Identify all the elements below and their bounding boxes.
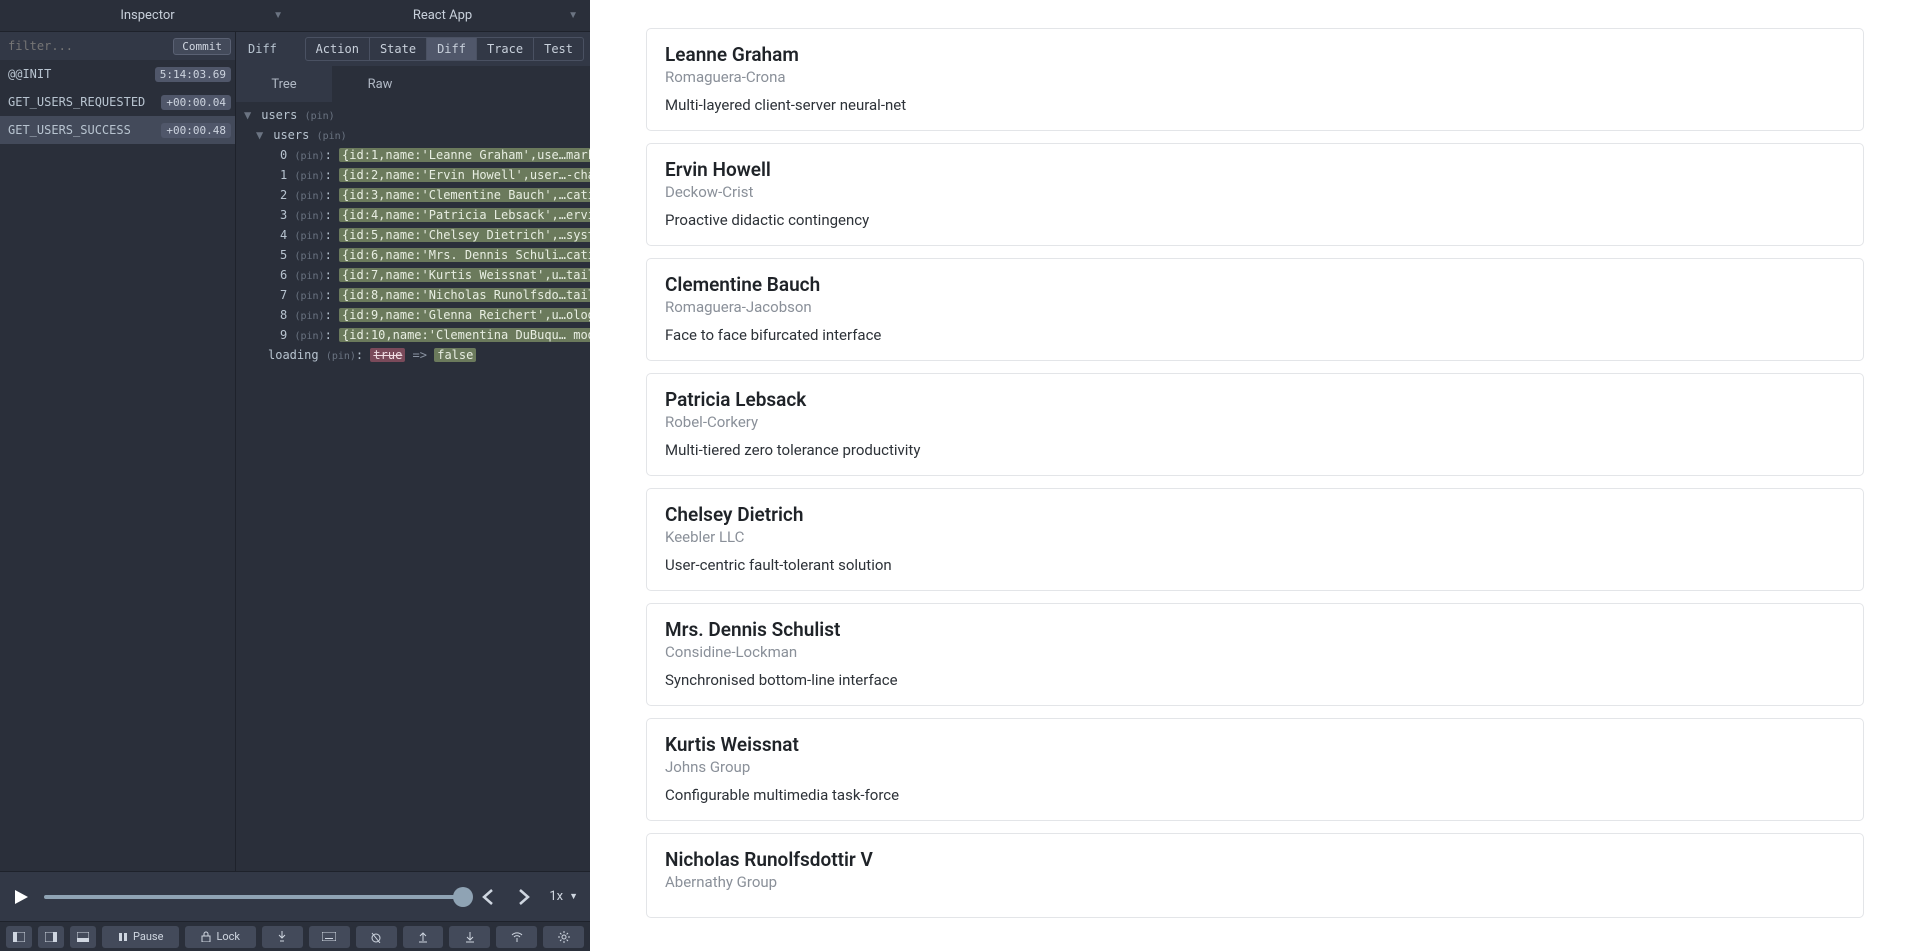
action-row[interactable]: GET_USERS_SUCCESS +00:00.48 [0,116,235,144]
dock-bottom-icon[interactable] [70,926,96,948]
user-name: Nicholas Runolfsdottir V [665,848,1845,871]
user-name: Leanne Graham [665,43,1845,66]
user-desc: Configurable multimedia task-force [665,786,1845,804]
download-icon[interactable] [449,926,490,948]
pin-icon[interactable] [262,926,303,948]
user-name: Kurtis Weissnat [665,733,1845,756]
view-tab-tree[interactable]: Tree [236,66,332,102]
diff-tree[interactable]: ▼ users (pin)▼ users (pin)0 (pin): {id:1… [236,102,590,871]
action-filter-input[interactable] [4,39,169,53]
dock-right-icon[interactable] [38,926,64,948]
user-name: Mrs. Dennis Schulist [665,618,1845,641]
action-list-pane: Commit @@INIT 5:14:03.69 GET_USERS_REQUEST… [0,32,236,871]
mode-buttons: ActionStateDiffTraceTest [305,37,584,61]
user-company: Abernathy Group [665,873,1845,891]
tab-inspector-label: Inspector [120,8,174,23]
user-desc: Multi-tiered zero tolerance productivity [665,441,1845,459]
user-company: Robel-Corkery [665,413,1845,431]
action-name: GET_USERS_SUCCESS [8,123,131,137]
devtools-top-tabs: Inspector ▼ React App ▼ [0,0,590,32]
playback-slider[interactable] [44,895,463,899]
tab-react-app[interactable]: React App ▼ [295,0,590,31]
user-card: Patricia Lebsack Robel-Corkery Multi-tiere… [646,373,1864,476]
action-time: 5:14:03.69 [155,67,231,82]
mode-test[interactable]: Test [534,38,583,60]
lock-label: Lock [216,930,240,943]
upload-icon[interactable] [403,926,444,948]
user-card: Mrs. Dennis Schulist Considine-Lockman Syn… [646,603,1864,706]
user-company: Johns Group [665,758,1845,776]
user-company: Romaguera-Jacobson [665,298,1845,316]
prev-action-icon[interactable] [477,888,499,906]
mode-label: Diff [242,42,277,56]
user-company: Deckow-Crist [665,183,1845,201]
settings-icon[interactable] [543,926,584,948]
inspector-pane: Diff ActionStateDiffTraceTest TreeRaw ▼ … [236,32,590,871]
keyboard-icon[interactable] [309,926,350,948]
user-desc: Multi-layered client-server neural-net [665,96,1845,114]
action-time: +00:00.04 [161,95,231,110]
tab-inspector[interactable]: Inspector ▼ [0,0,295,31]
chevron-down-icon[interactable]: ▼ [273,10,283,21]
action-row[interactable]: @@INIT 5:14:03.69 [0,60,235,88]
user-desc: Face to face bifurcated interface [665,326,1845,344]
play-icon[interactable] [12,888,30,906]
user-card: Clementine Bauch Romaguera-Jacobson Face t… [646,258,1864,361]
user-desc: User-centric fault-tolerant solution [665,556,1845,574]
playback-speed[interactable]: 1x ▼ [549,889,578,904]
bottom-toolbar: Pause Lock [0,921,590,951]
speed-label: 1x [549,889,563,904]
playback-bar: 1x ▼ [0,871,590,921]
mode-trace[interactable]: Trace [477,38,534,60]
user-company: Considine-Lockman [665,643,1845,661]
user-card: Ervin Howell Deckow-Crist Proactive didact… [646,143,1864,246]
user-card: Leanne Graham Romaguera-Crona Multi-layere… [646,28,1864,131]
mode-diff[interactable]: Diff [427,38,477,60]
action-time: +00:00.48 [161,123,231,138]
remote-icon[interactable] [496,926,537,948]
pause-label: Pause [133,930,163,943]
mode-action[interactable]: Action [306,38,370,60]
mode-state[interactable]: State [370,38,427,60]
action-name: GET_USERS_REQUESTED [8,95,145,109]
dock-left-icon[interactable] [6,926,32,948]
react-app-content: Leanne Graham Romaguera-Crona Multi-layere… [590,0,1920,951]
user-company: Romaguera-Crona [665,68,1845,86]
user-name: Patricia Lebsack [665,388,1845,411]
slider-thumb[interactable] [453,887,473,907]
disable-timer-icon[interactable] [356,926,397,948]
pause-button[interactable]: Pause [102,926,179,948]
tab-react-label: React App [413,8,472,23]
user-name: Clementine Bauch [665,273,1845,296]
next-action-icon[interactable] [513,888,535,906]
chevron-down-icon: ▼ [569,891,578,902]
commit-button[interactable]: Commit [173,38,231,55]
lock-button[interactable]: Lock [185,926,256,948]
user-card: Kurtis Weissnat Johns Group Configurable m… [646,718,1864,821]
redux-devtools-panel: Inspector ▼ React App ▼ Commit @@INIT 5:1… [0,0,590,951]
user-desc: Proactive didactic contingency [665,211,1845,229]
user-card: Nicholas Runolfsdottir V Abernathy Group [646,833,1864,918]
action-name: @@INIT [8,67,51,81]
user-desc: Synchronised bottom-line interface [665,671,1845,689]
chevron-down-icon[interactable]: ▼ [568,10,578,21]
user-name: Chelsey Dietrich [665,503,1845,526]
action-row[interactable]: GET_USERS_REQUESTED +00:00.04 [0,88,235,116]
view-tabs: TreeRaw [236,66,590,102]
user-company: Keebler LLC [665,528,1845,546]
user-name: Ervin Howell [665,158,1845,181]
view-tab-raw[interactable]: Raw [332,66,428,102]
user-card: Chelsey Dietrich Keebler LLC User-centric … [646,488,1864,591]
